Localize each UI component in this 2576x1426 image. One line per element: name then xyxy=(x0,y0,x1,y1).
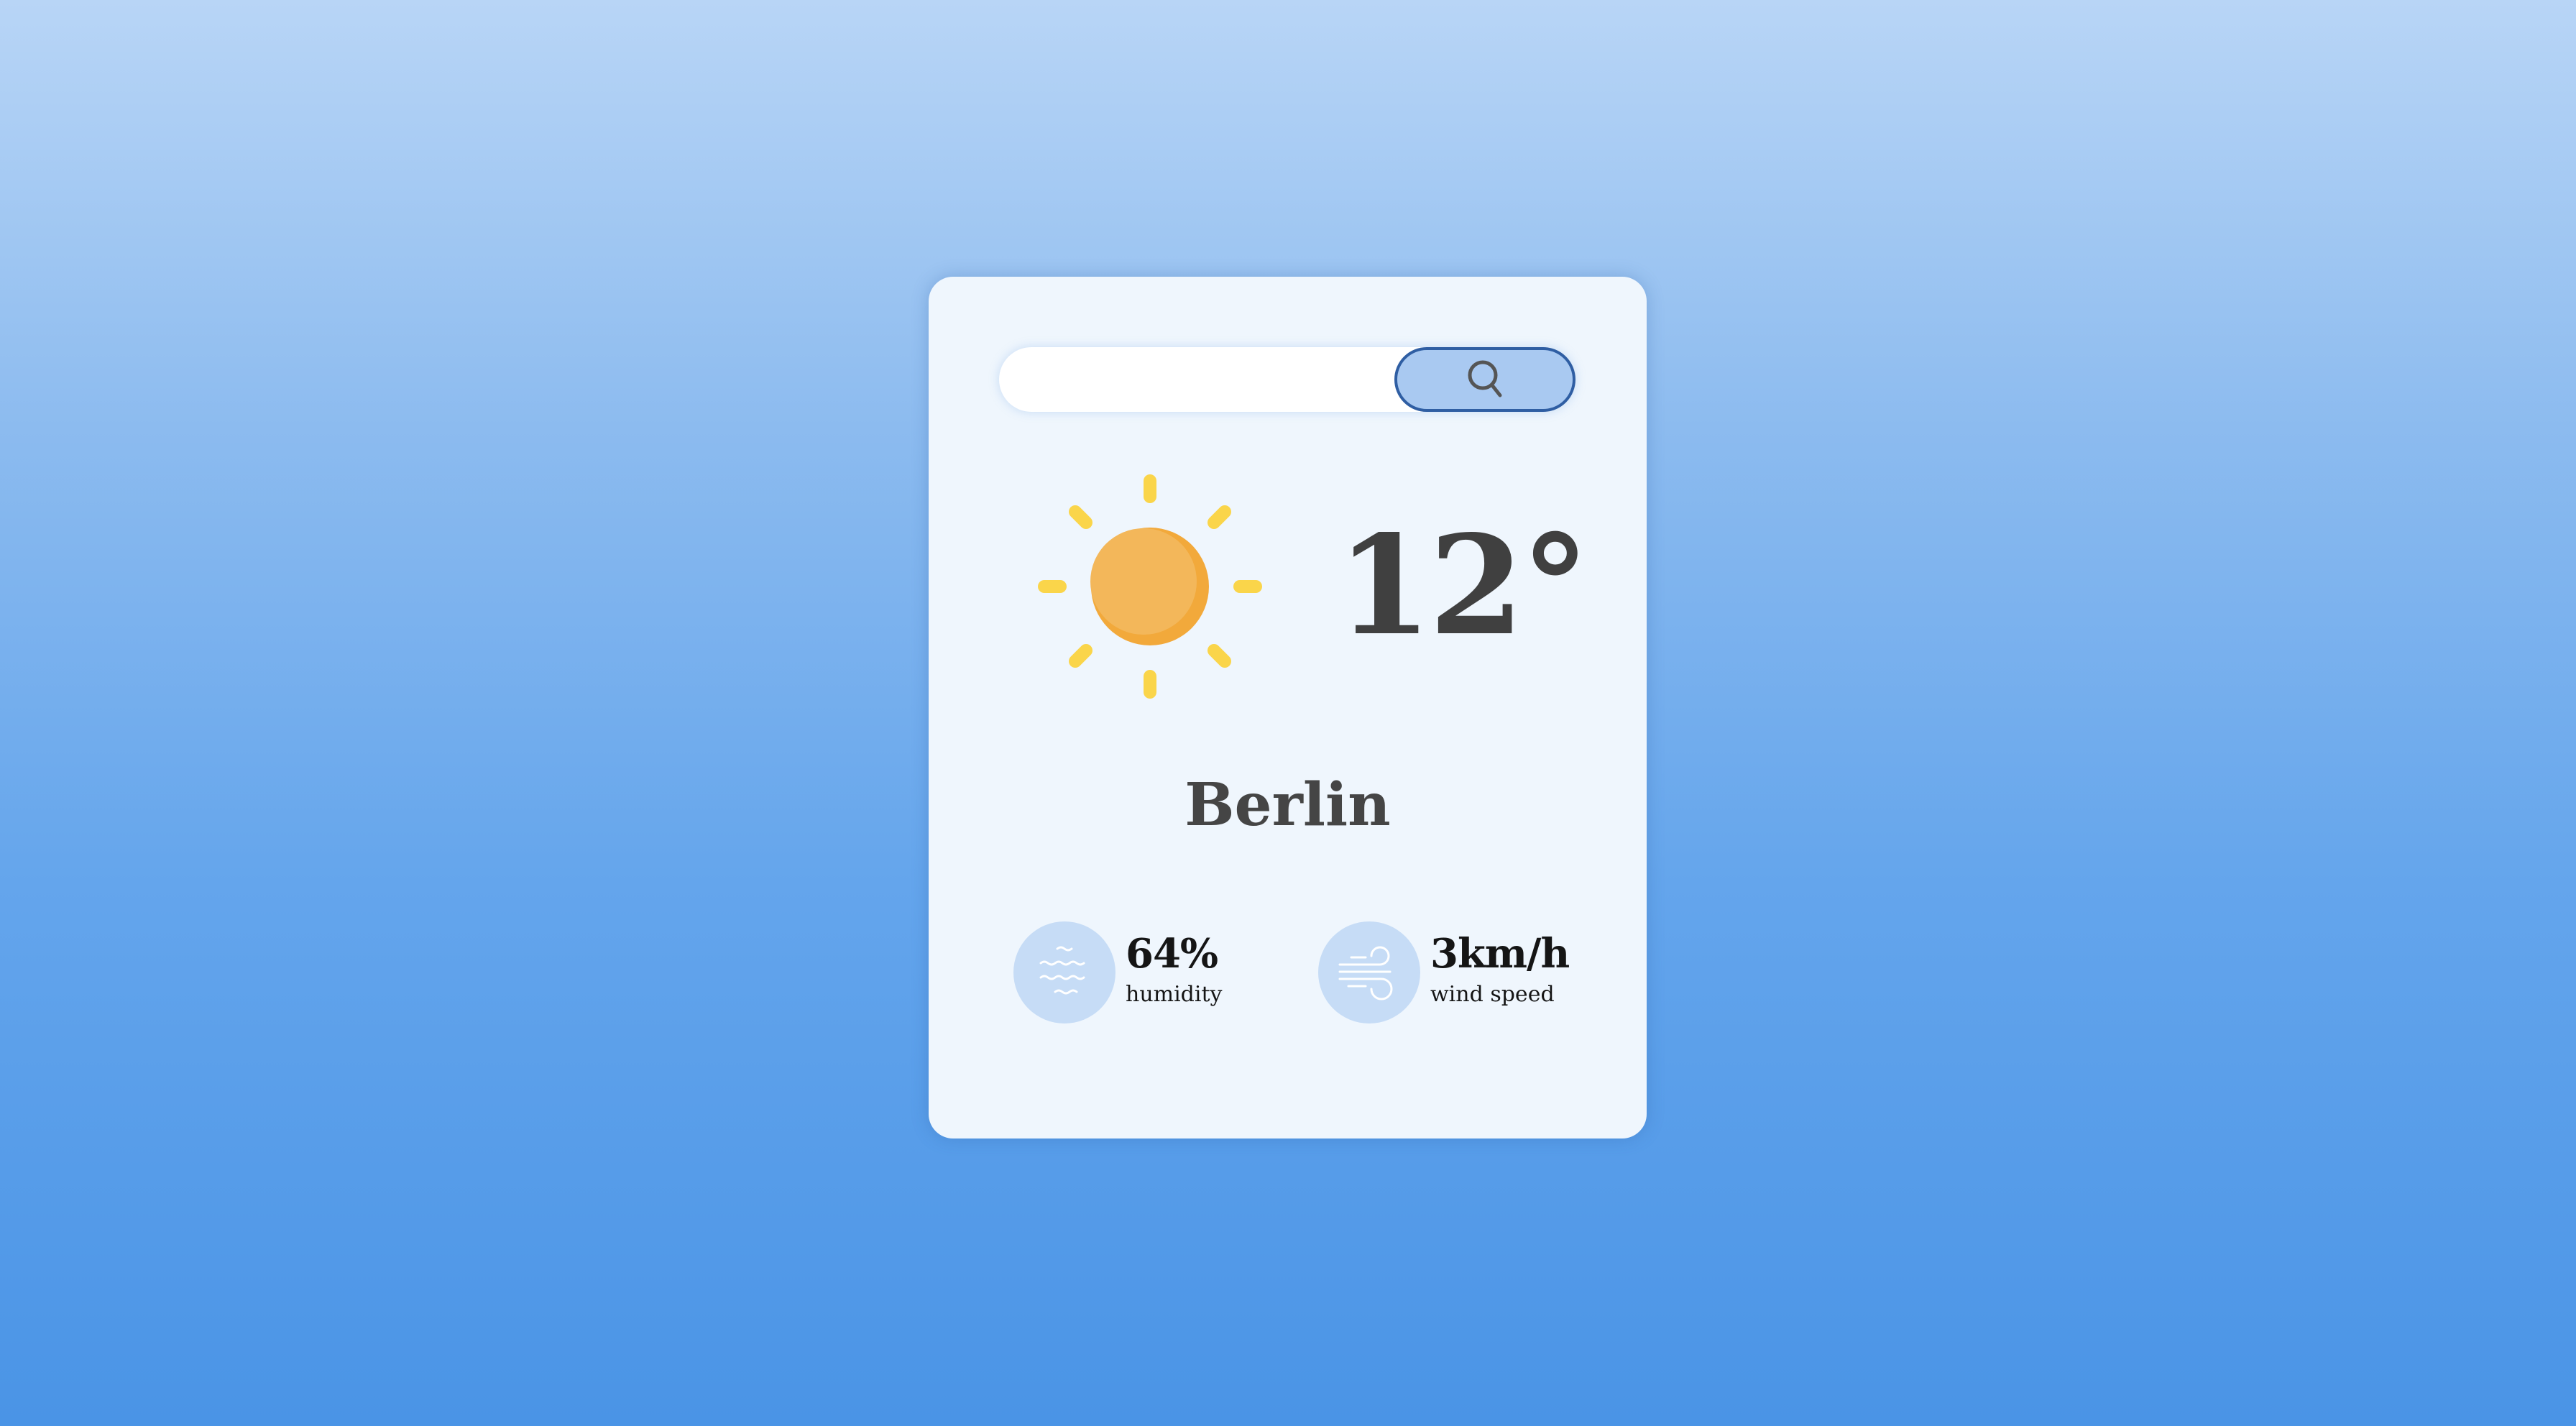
humidity-detail: 64% humidity xyxy=(1013,921,1243,1026)
humidity-value: 64% xyxy=(1126,930,1218,978)
search-button[interactable] xyxy=(1394,347,1576,412)
wind-detail: 3km/h wind speed xyxy=(1318,921,1606,1026)
wind-icon xyxy=(1318,921,1420,1024)
temperature-value: 12° xyxy=(1337,505,1589,666)
wind-speed-label: wind speed xyxy=(1430,982,1555,1007)
humidity-label: humidity xyxy=(1126,982,1223,1007)
search-icon xyxy=(1466,358,1504,402)
city-name: Berlin xyxy=(1184,770,1391,840)
search-bar xyxy=(999,347,1576,412)
sun-icon xyxy=(1036,472,1264,701)
humidity-waves-icon xyxy=(1013,921,1116,1024)
wind-speed-value: 3km/h xyxy=(1430,930,1570,978)
weather-card: 12° Berlin 64% humidity 3km/h wind speed xyxy=(929,277,1647,1138)
